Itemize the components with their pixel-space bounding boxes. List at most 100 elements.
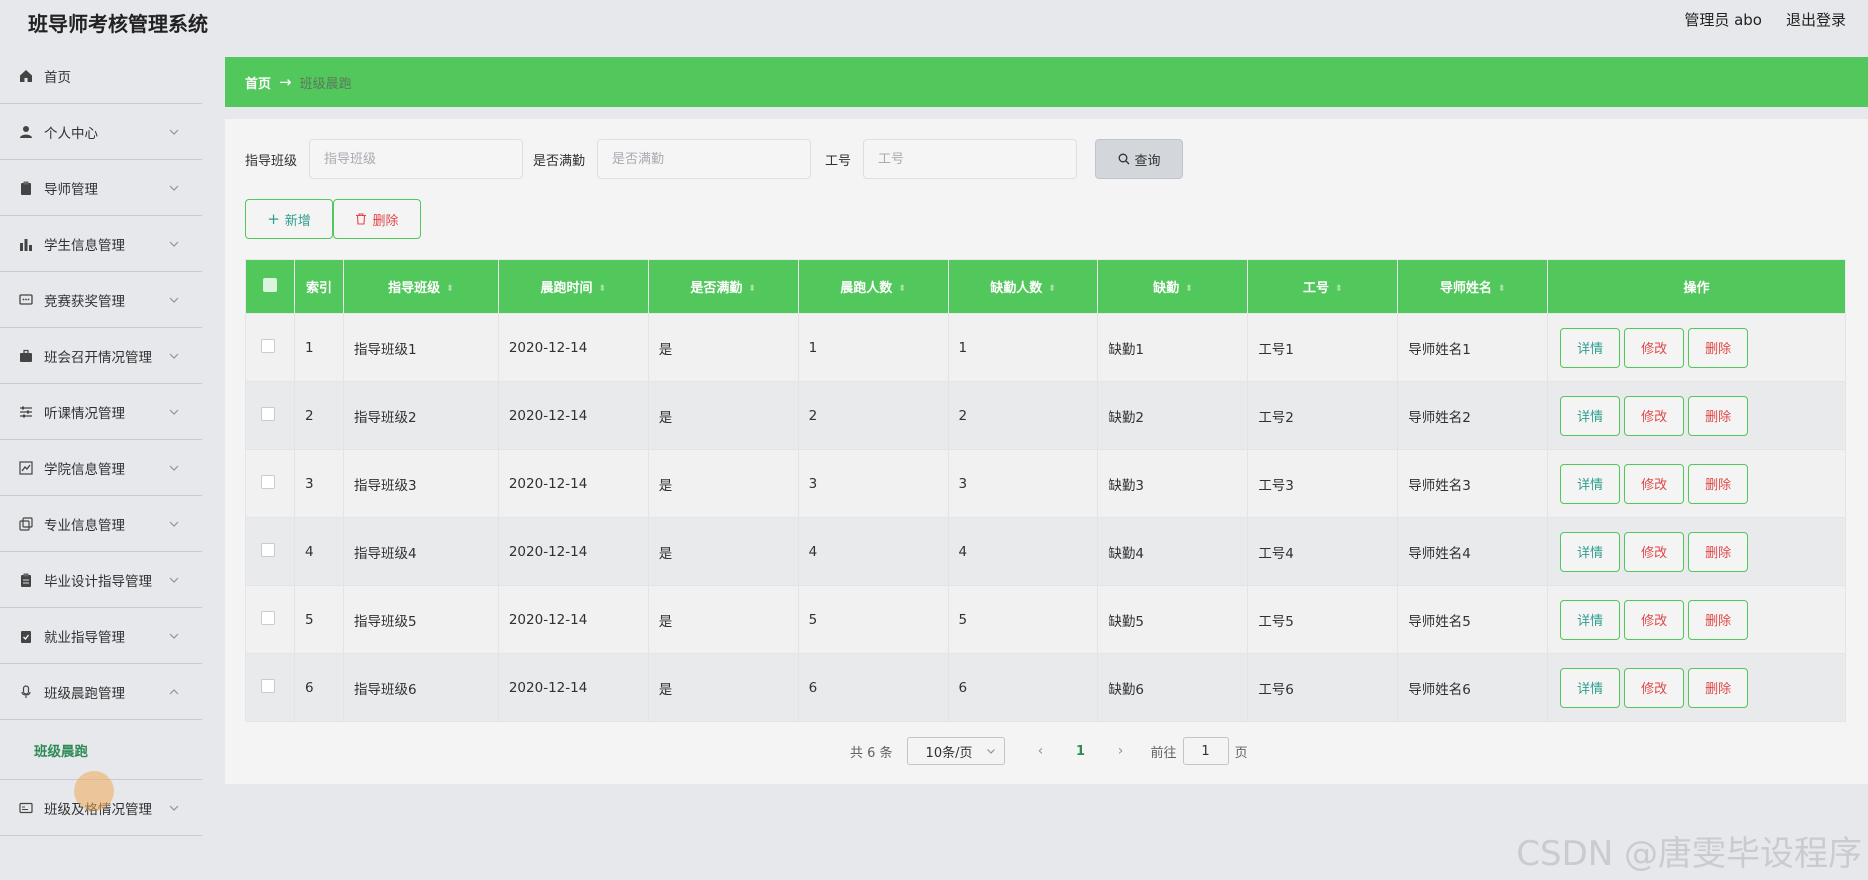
- cell-tutor-name: 导师姓名4: [1397, 517, 1549, 586]
- main-panel: 首页 → 班级晨跑 指导班级 是否满勤 工号 查询 + 新增 删除: [225, 57, 1868, 784]
- sort-icon[interactable]: ⬍: [748, 284, 756, 294]
- batch-delete-button[interactable]: 删除: [333, 199, 421, 239]
- cell-staff-id: 工号3: [1247, 449, 1399, 518]
- sort-icon[interactable]: ⬍: [599, 284, 607, 294]
- col-header-full-attendance[interactable]: 是否满勤 ⬍: [647, 259, 799, 314]
- page-number-current[interactable]: 1: [1051, 744, 1111, 759]
- add-button[interactable]: + 新增: [245, 199, 333, 239]
- cell-class: 指导班级6: [342, 653, 499, 722]
- delete-button[interactable]: 删除: [1688, 599, 1749, 640]
- cell-run-time: 2020-12-14: [497, 517, 649, 586]
- sort-icon[interactable]: ⬍: [1048, 284, 1056, 294]
- detail-button[interactable]: 详情: [1560, 599, 1621, 640]
- sidebar-item-label: 专业信息管理: [44, 517, 125, 534]
- row-checkbox[interactable]: [261, 610, 275, 625]
- sort-icon[interactable]: ⬍: [446, 284, 454, 294]
- col-header-class[interactable]: 指导班级 ⬍: [342, 259, 499, 314]
- delete-button[interactable]: 删除: [1688, 667, 1749, 708]
- cell-actions: 详情 修改 删除: [1547, 313, 1846, 382]
- class-search-input[interactable]: [309, 139, 524, 179]
- cell-run-time: 2020-12-14: [497, 585, 649, 654]
- page-size-select[interactable]: 10条/页: [906, 737, 1005, 765]
- current-user[interactable]: 管理员 abo: [1684, 9, 1762, 30]
- row-checkbox[interactable]: [261, 474, 275, 489]
- sidebar-item-college[interactable]: 学院信息管理: [0, 440, 202, 496]
- sidebar-item-home[interactable]: 首页: [0, 48, 202, 104]
- sidebar-item-label: 竞赛获奖管理: [44, 293, 125, 310]
- sort-icon[interactable]: ⬍: [1498, 284, 1506, 294]
- edit-button[interactable]: 修改: [1624, 395, 1685, 436]
- cell-class: 指导班级3: [342, 449, 499, 518]
- select-all-checkbox[interactable]: [262, 277, 277, 292]
- query-button[interactable]: 查询: [1095, 139, 1184, 179]
- chevron-down-icon: [169, 241, 179, 247]
- cell-actions: 详情 修改 删除: [1547, 585, 1846, 654]
- delete-button[interactable]: 删除: [1688, 395, 1749, 436]
- full-attendance-search-input[interactable]: [597, 139, 812, 179]
- next-page-button[interactable]: ›: [1111, 743, 1131, 759]
- col-header-absent-count[interactable]: 缺勤人数 ⬍: [947, 259, 1099, 314]
- col-header-tutor-name[interactable]: 导师姓名 ⬍: [1397, 259, 1549, 314]
- sidebar-item-employment[interactable]: 就业指导管理: [0, 608, 202, 664]
- col-header-staff-id[interactable]: 工号 ⬍: [1247, 259, 1399, 314]
- col-header-absence[interactable]: 缺勤 ⬍: [1097, 259, 1249, 314]
- sidebar-item-lecture[interactable]: 听课情况管理: [0, 384, 202, 440]
- detail-button[interactable]: 详情: [1560, 463, 1621, 504]
- row-checkbox[interactable]: [261, 542, 275, 557]
- cell-full-attendance: 是: [647, 381, 799, 450]
- detail-button[interactable]: 详情: [1560, 327, 1621, 368]
- delete-button[interactable]: 删除: [1688, 531, 1749, 572]
- delete-button[interactable]: 删除: [1688, 327, 1749, 368]
- row-checkbox[interactable]: [261, 406, 275, 421]
- delete-label: 删除: [372, 213, 399, 229]
- sort-icon[interactable]: ⬍: [1335, 284, 1343, 294]
- sidebar-item-competition[interactable]: 竞赛获奖管理: [0, 272, 202, 328]
- line-chart-icon: [18, 460, 34, 476]
- prev-page-button[interactable]: ‹: [1031, 743, 1051, 759]
- sort-icon[interactable]: ⬍: [898, 284, 906, 294]
- sort-icon[interactable]: ⬍: [1185, 284, 1193, 294]
- detail-button[interactable]: 详情: [1560, 667, 1621, 708]
- goto-page-input[interactable]: 1: [1182, 737, 1229, 765]
- cell-run-count: 3: [797, 449, 949, 518]
- chevron-down-icon: [169, 465, 179, 471]
- edit-button[interactable]: 修改: [1624, 599, 1685, 640]
- edit-button[interactable]: 修改: [1624, 463, 1685, 504]
- sidebar-subitem-morning-run[interactable]: 班级晨跑: [0, 720, 202, 780]
- edit-button[interactable]: 修改: [1624, 667, 1685, 708]
- page-unit-label: 页: [1234, 745, 1248, 761]
- cell-staff-id: 工号6: [1247, 653, 1399, 722]
- cell-staff-id: 工号4: [1247, 517, 1399, 586]
- row-checkbox[interactable]: [261, 678, 275, 693]
- arrow-right-icon: →: [279, 73, 292, 91]
- sidebar-item-tutor[interactable]: 导师管理: [0, 160, 202, 216]
- cell-run-count: 2: [797, 381, 949, 450]
- chevron-down-icon: [169, 521, 179, 527]
- cell-index: 5: [293, 585, 344, 654]
- cell-index: 2: [293, 381, 344, 450]
- breadcrumb-home[interactable]: 首页: [245, 73, 271, 92]
- query-label: 查询: [1134, 153, 1161, 169]
- detail-button[interactable]: 详情: [1560, 395, 1621, 436]
- top-bar: 班导师考核管理系统 管理员 abo 退出登录: [0, 0, 1868, 40]
- col-header-run-time[interactable]: 晨跑时间 ⬍: [497, 259, 649, 314]
- delete-button[interactable]: 删除: [1688, 463, 1749, 504]
- cell-full-attendance: 是: [647, 653, 799, 722]
- sidebar-item-personal-center[interactable]: 个人中心: [0, 104, 202, 160]
- edit-button[interactable]: 修改: [1624, 327, 1685, 368]
- cell-tutor-name: 导师姓名2: [1397, 381, 1549, 450]
- sidebar-item-graduation[interactable]: 毕业设计指导管理: [0, 552, 202, 608]
- sidebar-item-student-info[interactable]: 学生信息管理: [0, 216, 202, 272]
- row-checkbox[interactable]: [261, 338, 275, 353]
- sidebar-item-label: 个人中心: [44, 125, 98, 142]
- id-search-input[interactable]: [863, 139, 1078, 179]
- sidebar-item-label: 毕业设计指导管理: [44, 573, 152, 590]
- col-header-run-count[interactable]: 晨跑人数 ⬍: [797, 259, 949, 314]
- search-icon: [1118, 153, 1129, 165]
- edit-button[interactable]: 修改: [1624, 531, 1685, 572]
- sidebar-item-major[interactable]: 专业信息管理: [0, 496, 202, 552]
- detail-button[interactable]: 详情: [1560, 531, 1621, 572]
- sidebar-item-morning-run-management[interactable]: 班级晨跑管理: [0, 664, 202, 720]
- logout-link[interactable]: 退出登录: [1786, 9, 1846, 30]
- sidebar-item-class-meeting[interactable]: 班会召开情况管理: [0, 328, 202, 384]
